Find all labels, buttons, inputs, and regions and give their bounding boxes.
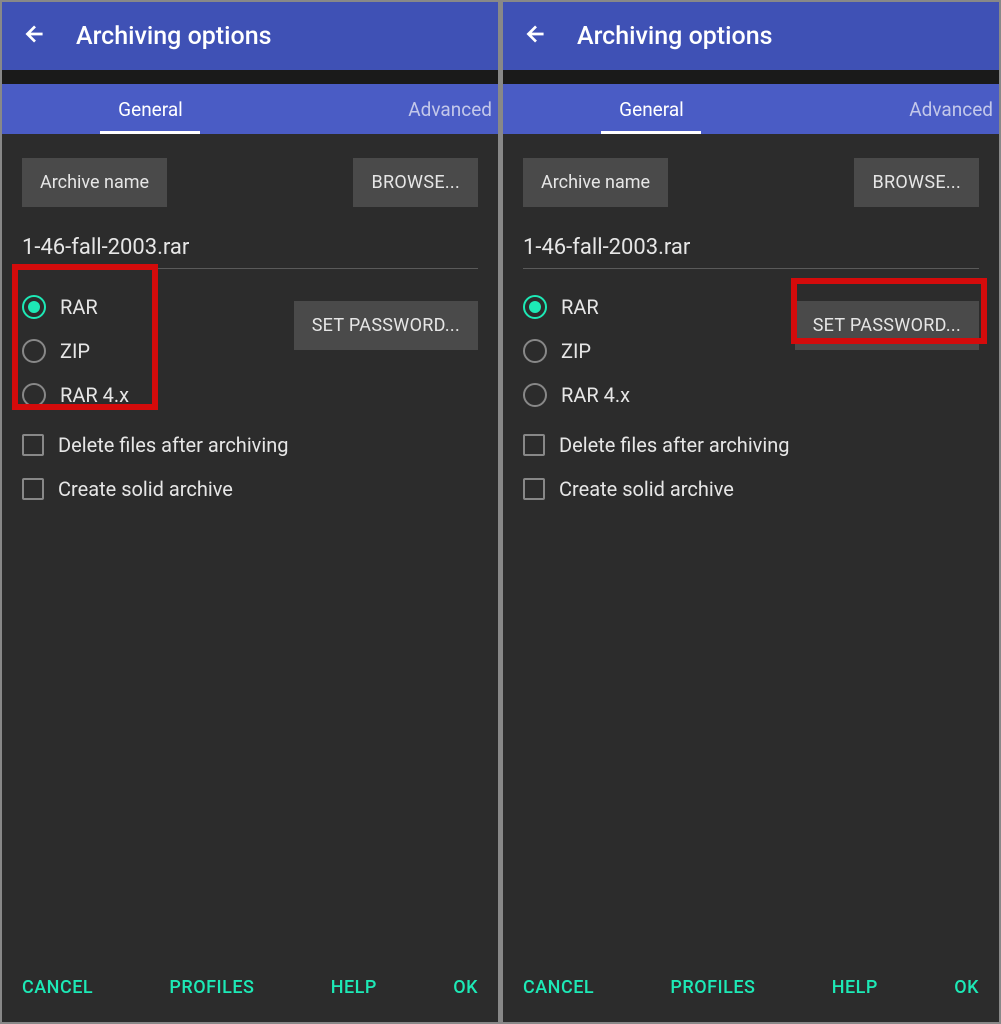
checkbox-label: Delete files after archiving: [58, 433, 289, 457]
divider-strip: [2, 70, 498, 84]
screen-left: Archiving options General Advanced Archi…: [2, 2, 498, 1022]
profiles-button[interactable]: PROFILES: [169, 977, 254, 998]
back-arrow-icon[interactable]: [22, 21, 48, 51]
help-button[interactable]: HELP: [331, 977, 377, 998]
browse-button[interactable]: BROWSE...: [854, 158, 979, 207]
radio-label: RAR 4.x: [60, 383, 129, 407]
divider-strip: [503, 70, 999, 84]
checkbox-label: Create solid archive: [559, 477, 734, 501]
checkbox-delete-after[interactable]: Delete files after archiving: [523, 433, 979, 457]
ok-button[interactable]: OK: [453, 977, 478, 998]
radio-rar[interactable]: RAR: [22, 295, 129, 319]
tab-advanced[interactable]: Advanced: [299, 84, 498, 134]
checkbox-label: Create solid archive: [58, 477, 233, 501]
checkbox-icon: [523, 434, 545, 456]
screen-right: Archiving options General Advanced Archi…: [503, 2, 999, 1022]
archive-name-label[interactable]: Archive name: [22, 158, 167, 207]
checkbox-solid-archive[interactable]: Create solid archive: [22, 477, 478, 501]
radio-label: RAR: [60, 295, 98, 319]
tab-general[interactable]: General: [2, 84, 299, 134]
radio-label: ZIP: [561, 339, 591, 363]
set-password-button[interactable]: SET PASSWORD...: [795, 301, 979, 350]
options-checkbox-group: Delete files after archiving Create soli…: [523, 433, 979, 501]
help-button[interactable]: HELP: [832, 977, 878, 998]
format-radio-group: RAR ZIP RAR 4.x: [523, 295, 630, 407]
radio-icon: [22, 295, 46, 319]
checkbox-icon: [22, 478, 44, 500]
tab-bar: General Advanced: [2, 84, 498, 134]
radio-icon: [523, 383, 547, 407]
format-radio-group: RAR ZIP RAR 4.x: [22, 295, 129, 407]
options-checkbox-group: Delete files after archiving Create soli…: [22, 433, 478, 501]
back-arrow-icon[interactable]: [523, 21, 549, 51]
checkbox-icon: [22, 434, 44, 456]
page-title: Archiving options: [76, 22, 271, 51]
radio-label: RAR: [561, 295, 599, 319]
browse-button[interactable]: BROWSE...: [353, 158, 478, 207]
radio-label: RAR 4.x: [561, 383, 630, 407]
radio-icon: [22, 339, 46, 363]
page-title: Archiving options: [577, 22, 772, 51]
checkbox-icon: [523, 478, 545, 500]
content-area: Archive name BROWSE... 1-46-fall-2003.ra…: [2, 134, 498, 977]
cancel-button[interactable]: CANCEL: [22, 977, 93, 998]
tab-advanced[interactable]: Advanced: [800, 84, 999, 134]
radio-rar4x[interactable]: RAR 4.x: [523, 383, 630, 407]
radio-rar4x[interactable]: RAR 4.x: [22, 383, 129, 407]
set-password-button[interactable]: SET PASSWORD...: [294, 301, 478, 350]
radio-icon: [523, 295, 547, 319]
content-area: Archive name BROWSE... 1-46-fall-2003.ra…: [503, 134, 999, 977]
radio-zip[interactable]: ZIP: [22, 339, 129, 363]
titlebar: Archiving options: [2, 2, 498, 70]
filename-field[interactable]: 1-46-fall-2003.rar: [523, 235, 979, 269]
checkbox-delete-after[interactable]: Delete files after archiving: [22, 433, 478, 457]
radio-zip[interactable]: ZIP: [523, 339, 630, 363]
radio-label: ZIP: [60, 339, 90, 363]
titlebar: Archiving options: [503, 2, 999, 70]
checkbox-label: Delete files after archiving: [559, 433, 790, 457]
checkbox-solid-archive[interactable]: Create solid archive: [523, 477, 979, 501]
radio-rar[interactable]: RAR: [523, 295, 630, 319]
filename-field[interactable]: 1-46-fall-2003.rar: [22, 235, 478, 269]
radio-icon: [523, 339, 547, 363]
tab-general[interactable]: General: [503, 84, 800, 134]
cancel-button[interactable]: CANCEL: [523, 977, 594, 998]
tab-bar: General Advanced: [503, 84, 999, 134]
footer-bar: CANCEL PROFILES HELP OK: [2, 977, 498, 1022]
radio-icon: [22, 383, 46, 407]
ok-button[interactable]: OK: [954, 977, 979, 998]
footer-bar: CANCEL PROFILES HELP OK: [503, 977, 999, 1022]
profiles-button[interactable]: PROFILES: [670, 977, 755, 998]
archive-name-label[interactable]: Archive name: [523, 158, 668, 207]
